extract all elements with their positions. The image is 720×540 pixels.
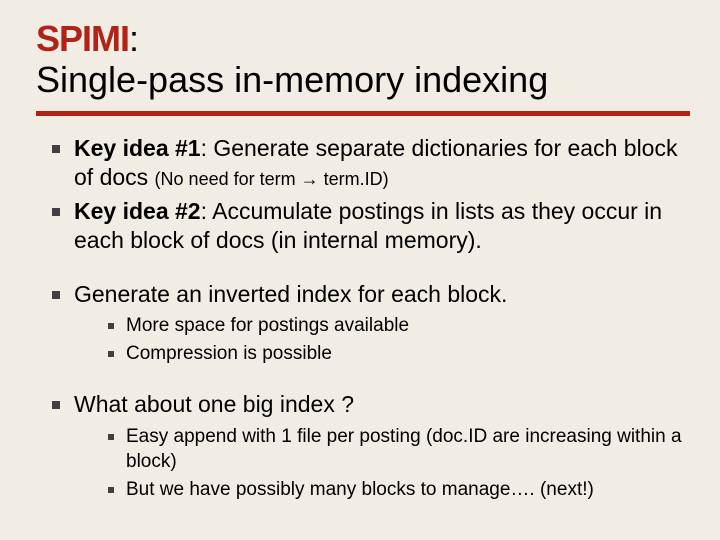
sub-bullet-text: But we have possibly many blocks to mana… [126, 479, 594, 500]
sub-bullet-list: Easy append with 1 file per posting (doc… [74, 424, 690, 503]
bullet-text: Generate an inverted index for each bloc… [74, 281, 507, 307]
list-item: Generate an inverted index for each bloc… [52, 280, 690, 367]
bullet-text: What about one big index ? [74, 391, 354, 417]
list-item: More space for postings available [108, 313, 690, 339]
sub-bullet-text: More space for postings available [126, 315, 409, 336]
list-item: Easy append with 1 file per posting (doc… [108, 424, 690, 475]
title-acronym: SPIMI [36, 18, 129, 59]
list-item: What about one big index ? Easy append w… [52, 390, 690, 502]
sub-bullet-text: Compression is possible [126, 343, 332, 364]
slide-title: SPIMI: Single-pass in-memory indexing [36, 18, 690, 101]
list-item: Compression is possible [108, 341, 690, 367]
sub-bullet-list: More space for postings available Compre… [74, 313, 690, 366]
title-colon: : [129, 18, 139, 59]
slide: SPIMI: Single-pass in-memory indexing Ke… [0, 0, 720, 540]
bullet-list: Key idea #1: Generate separate dictionar… [36, 134, 690, 503]
bullet-lead: Key idea #1 [74, 135, 201, 161]
bullet-lead: Key idea #2 [74, 198, 201, 224]
title-line-2: Single-pass in-memory indexing [36, 59, 690, 100]
horizontal-rule [36, 111, 690, 116]
bullet-paren: (No need for term → term.ID) [155, 169, 389, 189]
list-item: Key idea #2: Accumulate postings in list… [52, 197, 690, 256]
title-line-1: SPIMI: [36, 18, 690, 59]
list-item: Key idea #1: Generate separate dictionar… [52, 134, 690, 193]
list-item: But we have possibly many blocks to mana… [108, 477, 690, 503]
sub-bullet-text: Easy append with 1 file per posting (doc… [126, 426, 682, 473]
